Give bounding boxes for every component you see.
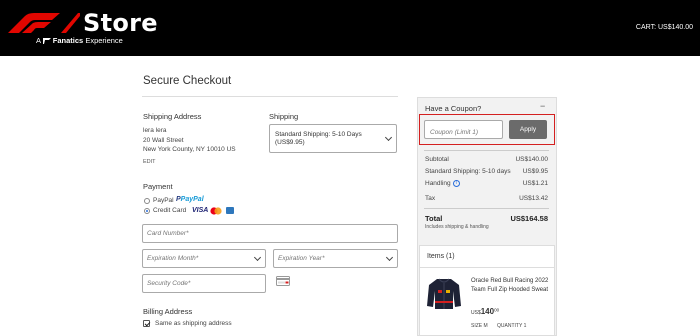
card-number-field[interactable] <box>142 224 398 243</box>
expiration-month-input[interactable] <box>143 250 265 267</box>
total-note: Includes shipping & handling <box>425 224 489 230</box>
apply-coupon-button[interactable]: Apply <box>509 120 547 139</box>
billing-address-heading: Billing Address <box>143 307 193 316</box>
shipping-method-value: Standard Shipping: 5-10 Days (US$9.95) <box>275 131 362 146</box>
subtotal-label: Subtotal <box>425 156 449 163</box>
expiration-year-select[interactable] <box>273 249 398 268</box>
paypal-label: PayPal <box>153 197 174 204</box>
items-heading: Items (1) <box>427 253 455 260</box>
shipping-method-select[interactable]: Standard Shipping: 5-10 Days (US$9.95) <box>269 124 397 153</box>
coupon-input[interactable] <box>425 124 502 141</box>
title-divider <box>142 96 398 97</box>
shipping-city: New York County, NY 10010 US <box>143 146 236 153</box>
product-price: US$14000 <box>471 307 499 316</box>
card-number-input[interactable] <box>143 225 397 242</box>
info-icon[interactable]: i <box>452 180 460 187</box>
product-hoodie-image[interactable] <box>426 276 462 310</box>
chevron-down-icon <box>384 133 393 142</box>
paypal-logo-icon: PPayPal <box>176 196 204 203</box>
expiration-month-select[interactable] <box>142 249 266 268</box>
subtotal-value: US$140.00 <box>515 156 548 163</box>
fanatics-flag-icon <box>42 38 51 45</box>
shipping-name: lera lera <box>143 127 167 134</box>
price-cents: 00 <box>494 307 500 313</box>
summary-divider <box>424 150 549 151</box>
shipping-address-heading: Shipping Address <box>143 112 202 121</box>
handling-value: US$1.21 <box>522 180 548 187</box>
coupon-collapse-icon[interactable]: − <box>540 101 545 111</box>
cart-link[interactable]: CART: US$140.00 <box>636 24 693 31</box>
store-wordmark: Store <box>83 9 158 37</box>
credit-card-radio[interactable] <box>144 208 150 214</box>
same-as-shipping-checkbox[interactable] <box>143 320 150 327</box>
total-divider <box>424 208 549 209</box>
shipping-heading: Shipping <box>269 112 299 121</box>
product-quantity: QUANTITY 1 <box>497 323 527 329</box>
credit-card-label: Credit Card <box>153 207 187 214</box>
tagline-brand: Fanatics <box>52 36 84 45</box>
mastercard-icon <box>210 207 222 215</box>
price-currency: US$ <box>471 310 481 316</box>
same-as-shipping-label: Same as shipping address <box>155 320 232 327</box>
product-name[interactable]: Oracle Red Bull Racing 2022 Team Full Zi… <box>471 277 551 295</box>
expiration-year-input[interactable] <box>274 250 397 267</box>
total-label: Total <box>425 214 443 223</box>
f1-store-logo[interactable]: Store A Fanatics Experience <box>8 9 163 49</box>
cvv-card-icon <box>276 276 290 286</box>
paypal-radio[interactable] <box>144 198 150 204</box>
f1-logo-icon <box>8 13 80 33</box>
handling-label-wrap: Handling i <box>425 180 460 187</box>
tagline-prefix: A <box>36 36 41 45</box>
security-code-input[interactable] <box>143 275 265 292</box>
tagline-suffix: Experience <box>85 36 123 45</box>
edit-address-link[interactable]: EDIT <box>143 159 156 165</box>
fanatics-tagline: A Fanatics Experience <box>36 36 123 45</box>
tax-value: US$13.42 <box>519 195 548 202</box>
amex-icon <box>226 207 234 214</box>
coupon-field[interactable] <box>424 120 503 141</box>
page-title: Secure Checkout <box>143 75 232 87</box>
shipping-cost-label: Standard Shipping: 5-10 days <box>425 168 511 175</box>
items-divider <box>420 267 554 268</box>
security-code-field[interactable] <box>142 274 266 293</box>
total-value: US$164.58 <box>510 214 548 223</box>
tax-label: Tax <box>425 195 436 202</box>
site-header: Store A Fanatics Experience CART: US$140… <box>0 0 700 56</box>
coupon-heading: Have a Coupon? <box>425 104 482 113</box>
shipping-cost-value: US$9.95 <box>522 168 548 175</box>
handling-label: Handling <box>425 180 451 188</box>
visa-icon: VISA <box>192 207 209 214</box>
price-whole: 140 <box>480 307 495 316</box>
payment-heading: Payment <box>143 182 173 191</box>
product-size: SIZE M <box>471 323 488 329</box>
